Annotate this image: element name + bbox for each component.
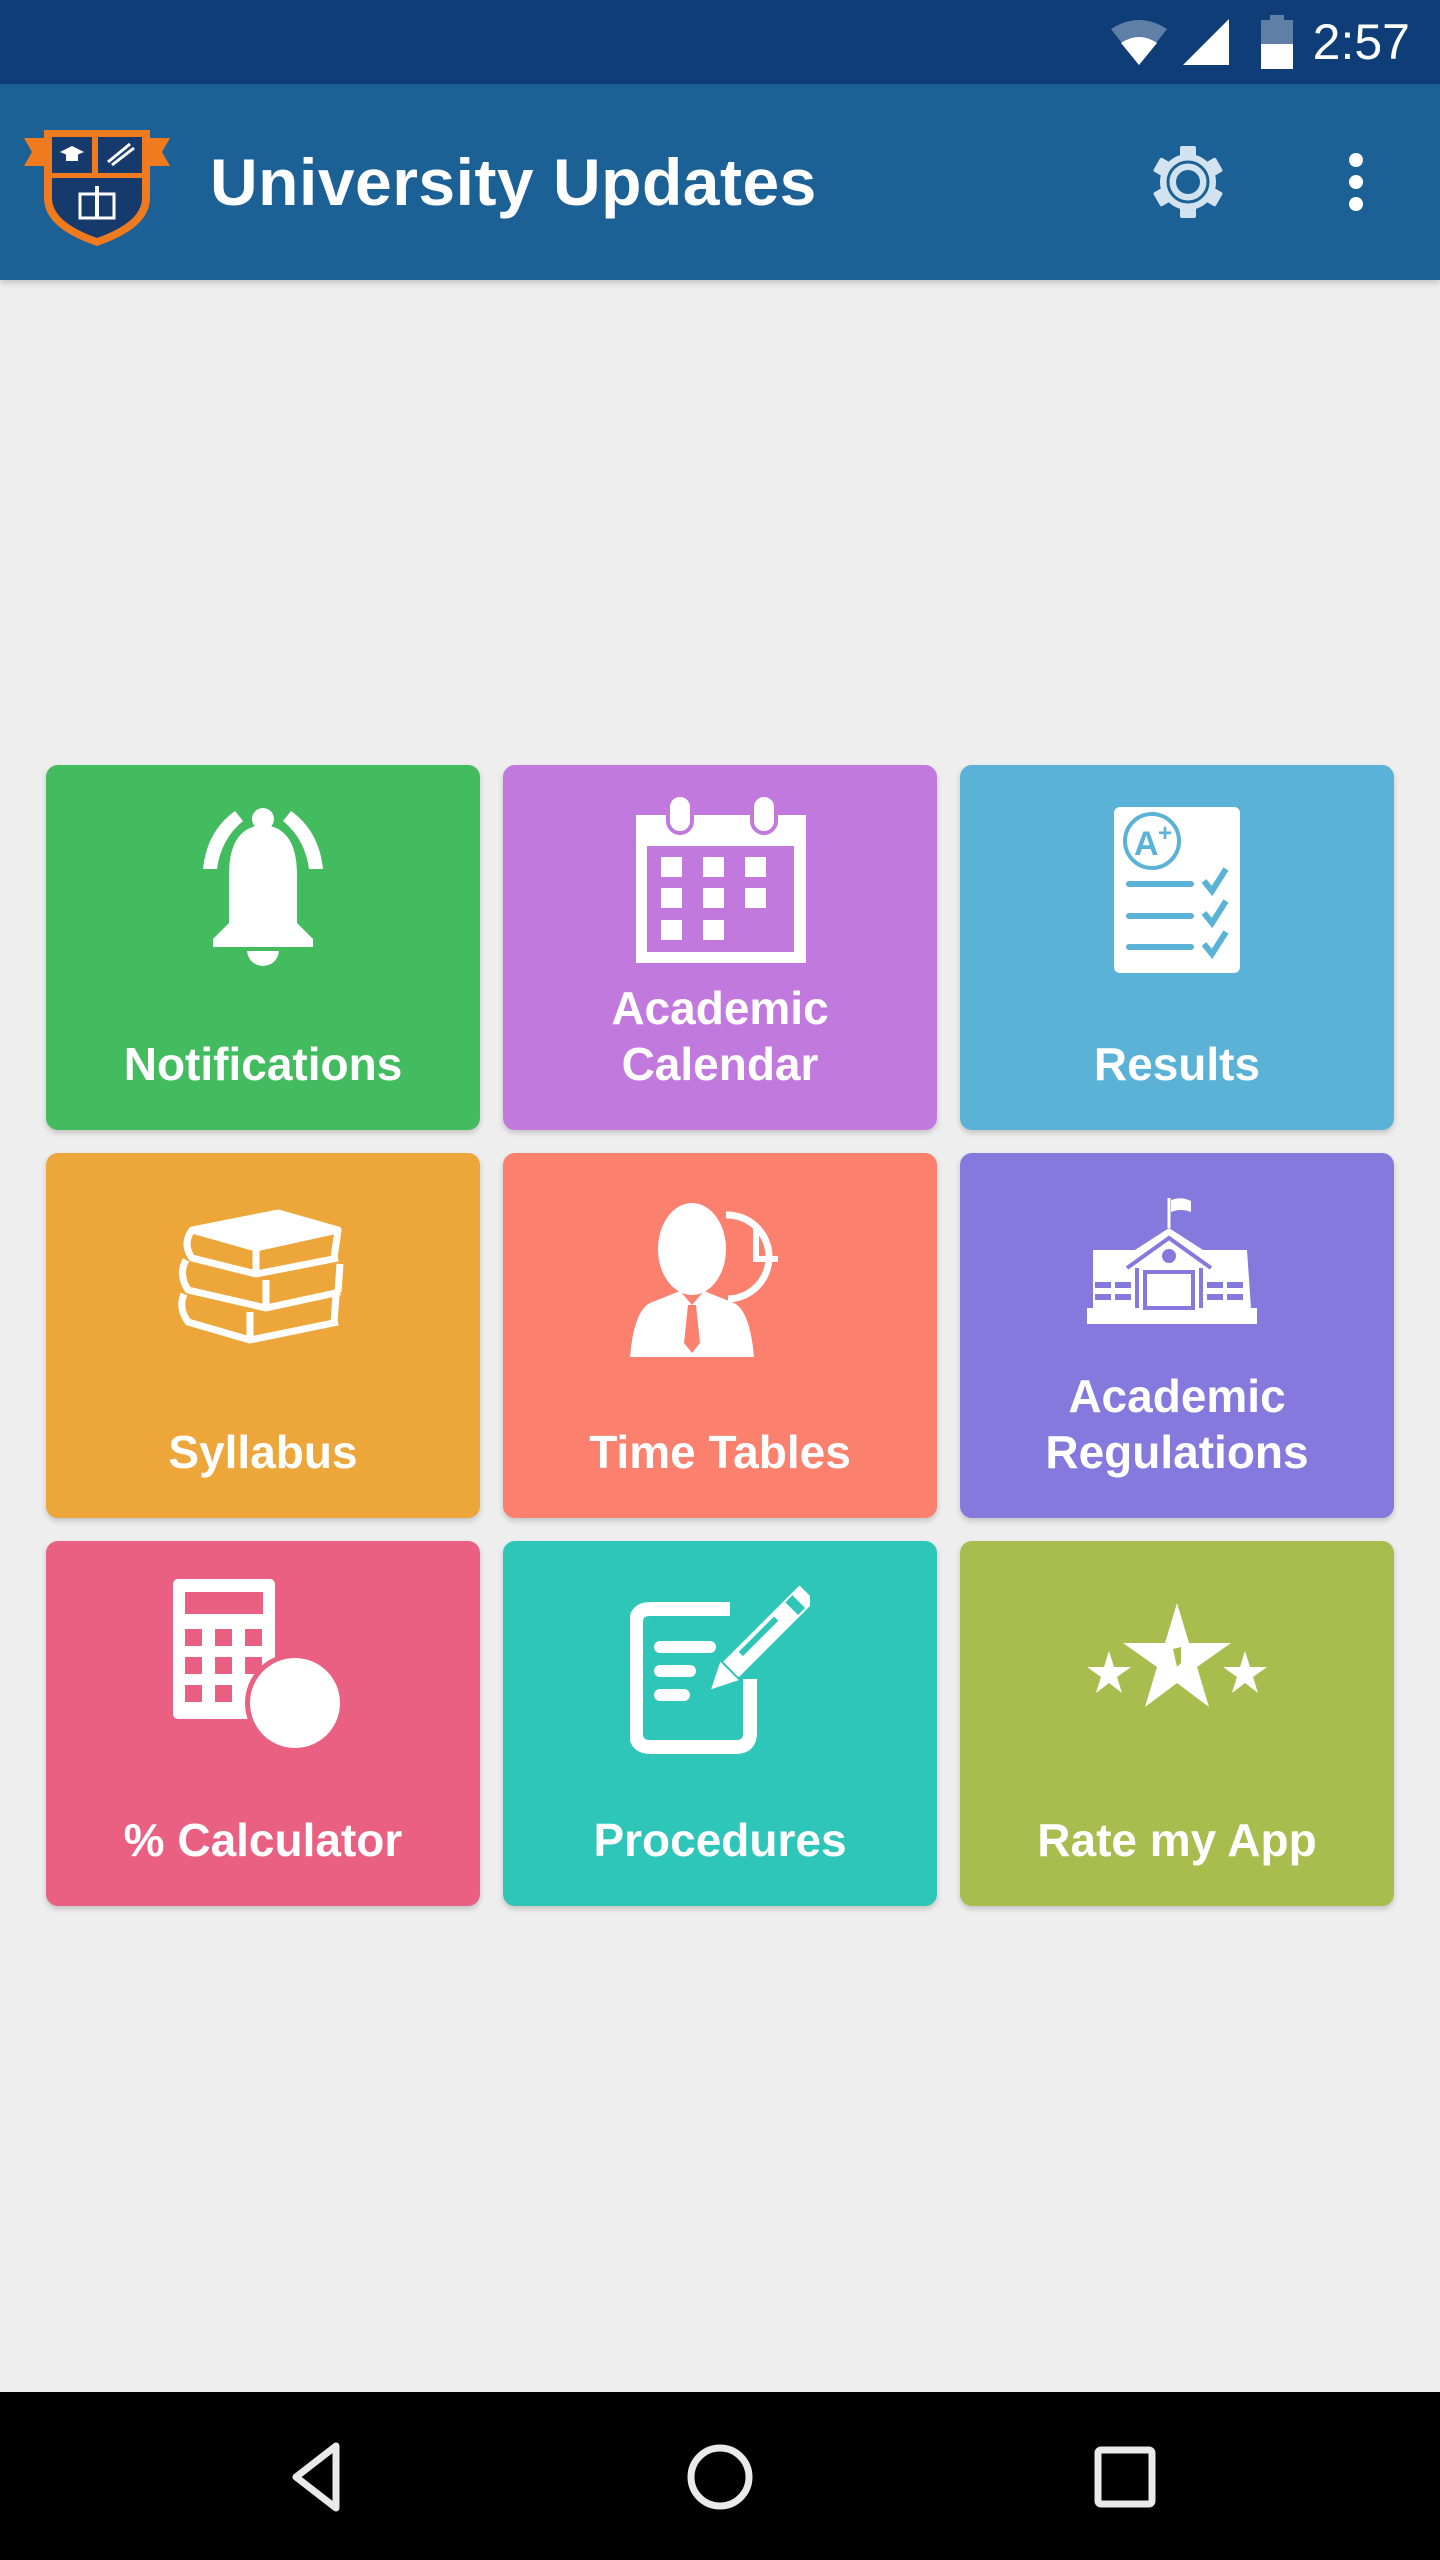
tile-results[interactable]: A + Results xyxy=(960,765,1394,1130)
tile-label: Time Tables xyxy=(589,1426,851,1478)
stars-icon xyxy=(1087,1603,1267,1707)
tile-procedures[interactable]: Procedures xyxy=(503,1541,937,1906)
app-bar: University Updates xyxy=(0,84,1440,280)
overflow-menu-button[interactable] xyxy=(1320,142,1392,222)
svg-text:A: A xyxy=(1134,825,1159,863)
tile-syllabus[interactable]: Syllabus xyxy=(46,1153,480,1518)
tile-label: Notifications xyxy=(123,1038,403,1090)
home-icon xyxy=(687,2444,753,2510)
tile-academic-regulations[interactable]: Academic Regulations xyxy=(960,1153,1394,1518)
school-building-icon xyxy=(1087,1198,1257,1324)
tile-notifications[interactable]: Notifications xyxy=(46,765,480,1130)
tile-label: Results xyxy=(1093,1038,1261,1090)
calculator-icon xyxy=(173,1578,345,1753)
settings-button[interactable] xyxy=(1148,142,1228,222)
recents-icon xyxy=(1094,2446,1156,2508)
calendar-icon xyxy=(636,795,806,963)
graded-checklist-icon: A + xyxy=(1114,807,1240,973)
tile-academic-calendar[interactable]: Academic Calendar xyxy=(503,765,937,1130)
status-icons: 2:57 xyxy=(1109,14,1410,70)
document-edit-icon xyxy=(630,1581,810,1754)
tile-rate-my-app[interactable]: Rate my App xyxy=(960,1541,1394,1906)
home-button[interactable] xyxy=(660,2432,780,2522)
books-icon xyxy=(178,1209,344,1344)
person-clock-icon xyxy=(630,1203,778,1357)
status-time: 2:57 xyxy=(1312,14,1410,70)
menu-grid: Notifications Academic Calendar A + Resu… xyxy=(46,765,1394,1906)
tile-label: Procedures xyxy=(593,1814,847,1866)
tile-label: Syllabus xyxy=(168,1426,358,1478)
tile-label: % Calculator xyxy=(123,1814,403,1866)
app-title: University Updates xyxy=(210,145,817,219)
recents-button[interactable] xyxy=(1065,2432,1185,2522)
tile-label: Rate my App xyxy=(1037,1814,1317,1866)
tile-percent-calculator[interactable]: % Calculator xyxy=(46,1541,480,1906)
signal-icon xyxy=(1182,19,1229,65)
back-icon xyxy=(292,2442,340,2512)
svg-text:+: + xyxy=(1158,820,1172,847)
bell-icon xyxy=(203,808,323,966)
tile-label: Academic Calendar xyxy=(611,982,829,1090)
overflow-menu-icon xyxy=(1349,153,1363,211)
university-crest-logo xyxy=(24,130,170,246)
status-bar: 2:57 xyxy=(0,0,1440,84)
settings-icon xyxy=(1153,146,1223,218)
tile-time-tables[interactable]: Time Tables xyxy=(503,1153,937,1518)
tile-label: Academic Regulations xyxy=(1045,1370,1309,1478)
system-nav-bar xyxy=(0,2392,1440,2560)
back-button[interactable] xyxy=(257,2432,377,2522)
wifi-icon xyxy=(1110,20,1167,65)
battery-icon xyxy=(1260,15,1293,69)
